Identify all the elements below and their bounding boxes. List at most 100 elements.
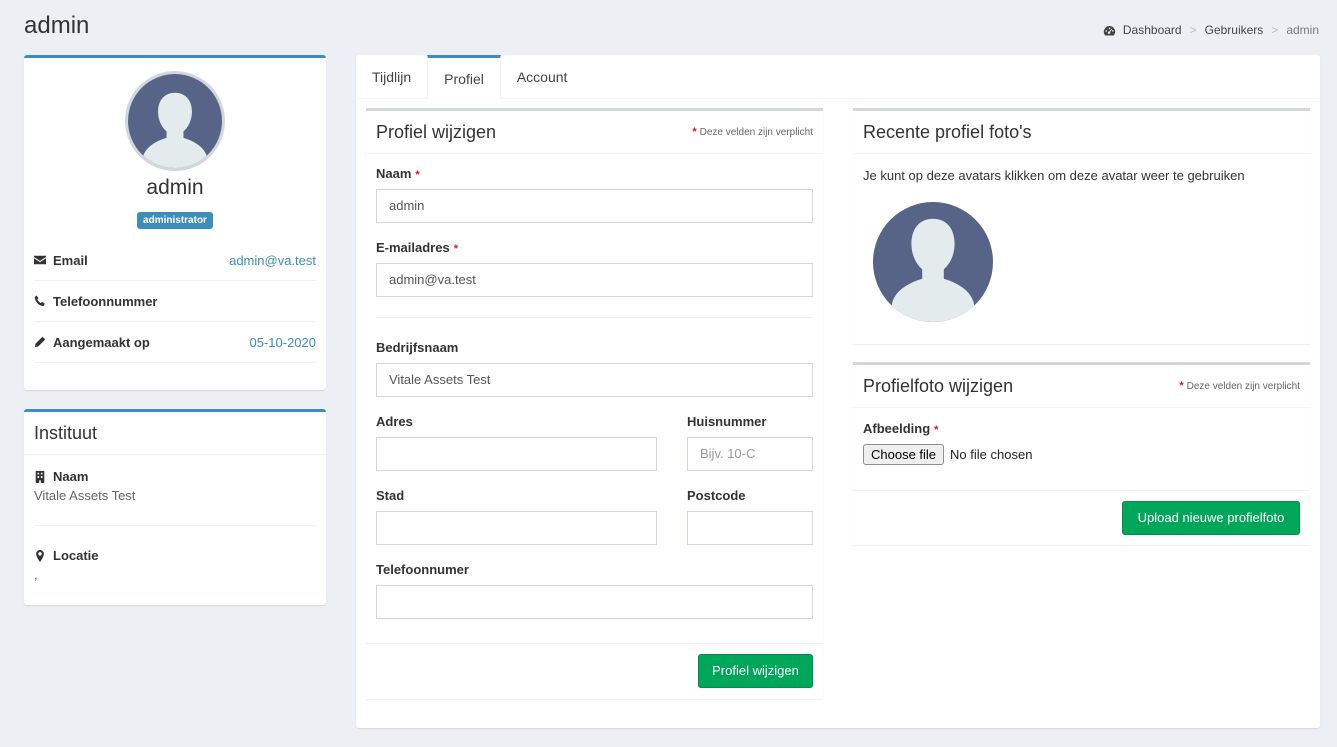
- choose-file-button[interactable]: Choose file: [863, 444, 945, 465]
- user-avatar-icon: [128, 74, 222, 168]
- address-group: Adres: [376, 414, 413, 429]
- institute-card: Instituut Naam Vitale Assets Test Locati…: [24, 409, 326, 605]
- info-item-created: Aangemaakt op 05-10-2020: [34, 322, 316, 363]
- upload-photo-button[interactable]: Upload nieuwe profielfoto: [1122, 501, 1300, 535]
- edit-profile-title: Profiel wijzigen: [376, 121, 497, 142]
- breadcrumb-separator: >: [1189, 23, 1197, 37]
- asterisk-icon: *: [1179, 380, 1184, 392]
- institute-name-label: Naam: [53, 469, 89, 484]
- email-group: E-mailadres *: [376, 240, 458, 255]
- breadcrumb-item-gebruikers[interactable]: Gebruikers: [1205, 23, 1264, 37]
- institute-title: Instituut: [34, 422, 98, 443]
- house-number-input[interactable]: Bijv. 10-C: [687, 437, 813, 471]
- company-input[interactable]: Vitale Assets Test: [376, 363, 813, 397]
- institute-header: Instituut: [24, 412, 326, 455]
- required-note: * Deze velden zijn verplicht: [692, 126, 813, 138]
- required-note-text: Deze velden zijn verplicht: [1186, 380, 1300, 392]
- required-note-text: Deze velden zijn verplicht: [699, 126, 813, 138]
- required-marker: *: [453, 243, 458, 255]
- institute-location-label: Locatie: [53, 548, 99, 563]
- created-label-wrap: Aangemaakt op: [34, 335, 150, 350]
- house-number-group: Huisnummer: [687, 414, 766, 429]
- info-item-phone: Telefoonnummer: [34, 281, 316, 322]
- edit-profile-box: Profiel wijzigen * Deze velden zijn verp…: [366, 108, 823, 699]
- institute-location-block: Locatie ,: [24, 526, 326, 582]
- recent-photos-box: Recente profiel foto's Je kunt op deze a…: [853, 108, 1310, 344]
- profile-card: admin administrator Email admin@va.test …: [24, 55, 326, 390]
- email-value[interactable]: admin@va.test: [229, 253, 316, 268]
- save-profile-button[interactable]: Profiel wijzigen: [698, 654, 813, 688]
- city-input[interactable]: [376, 511, 657, 545]
- breadcrumb-item-current: admin: [1286, 23, 1319, 37]
- image-label: Afbeelding *: [863, 421, 938, 436]
- email-label-wrap: Email: [34, 253, 88, 268]
- name-label: Naam *: [376, 166, 420, 181]
- phone-group: Telefoonnumer: [376, 562, 469, 577]
- breadcrumb-dashboard-label: Dashboard: [1122, 23, 1182, 37]
- phone-label-wrap: Telefoonnummer: [34, 294, 158, 309]
- created-value: 05-10-2020: [249, 334, 317, 350]
- tab-tijdlijn[interactable]: Tijdlijn: [356, 55, 427, 99]
- profile-name: admin: [146, 176, 204, 199]
- recent-photos-hint: Je kunt op deze avatars klikken om deze …: [863, 168, 1245, 183]
- required-marker: *: [934, 424, 939, 436]
- company-label: Bedrijfsnaam: [376, 340, 459, 355]
- name-input[interactable]: admin: [376, 189, 813, 223]
- edit-profile-header: Profiel wijzigen * Deze velden zijn verp…: [366, 111, 823, 154]
- postcode-input[interactable]: [687, 511, 813, 545]
- created-label: Aangemaakt op: [53, 334, 150, 350]
- user-avatar-icon: [873, 202, 993, 322]
- asterisk-icon: *: [692, 126, 697, 138]
- company-group: Bedrijfsnaam: [376, 340, 458, 355]
- file-input: Choose file No file chosen: [863, 444, 1032, 465]
- name-label-text: Naam: [376, 166, 412, 181]
- avatar: [125, 71, 225, 171]
- tab-profiel[interactable]: Profiel: [427, 55, 501, 100]
- email-field-label: E-mailadres *: [376, 240, 458, 255]
- house-number-label: Huisnummer: [687, 414, 767, 429]
- institute-location-label-wrap: Locatie: [34, 548, 316, 563]
- image-label-text: Afbeelding: [863, 421, 931, 436]
- city-label: Stad: [376, 488, 405, 503]
- address-label: Adres: [376, 414, 413, 429]
- breadcrumb: Dashboard > Gebruikers > admin: [1103, 23, 1319, 37]
- profile-info-list: Email admin@va.test Telefoonnummer Aange…: [34, 240, 316, 363]
- email-field-label-text: E-mailadres: [376, 240, 450, 255]
- postcode-label: Postcode: [687, 488, 746, 503]
- breadcrumb-item-dashboard[interactable]: Dashboard: [1103, 23, 1182, 37]
- change-photo-title: Profielfoto wijzigen: [863, 375, 1014, 396]
- city-group: Stad: [376, 488, 404, 503]
- address-input[interactable]: [376, 437, 657, 471]
- recent-photos-header: Recente profiel foto's: [853, 111, 1310, 154]
- phone-input[interactable]: [376, 585, 813, 619]
- info-item-email: Email admin@va.test: [34, 240, 316, 281]
- building-icon: [35, 470, 45, 483]
- phone-field-label: Telefoonnumer: [376, 562, 469, 577]
- envelope-icon: [34, 255, 46, 265]
- required-note: * Deze velden zijn verplicht: [1179, 380, 1300, 392]
- divider: [853, 490, 1310, 491]
- institute-name-label-wrap: Naam: [34, 469, 316, 484]
- recent-photos-title: Recente profiel foto's: [863, 121, 1032, 142]
- page-title: admin: [24, 12, 90, 39]
- breadcrumb-separator: >: [1271, 23, 1279, 37]
- divider: [366, 643, 823, 644]
- map-marker-icon: [36, 549, 44, 562]
- divider: [376, 317, 813, 318]
- profile-tabs: Tijdlijn Profiel Account: [356, 55, 1320, 100]
- required-marker: *: [415, 169, 420, 181]
- phone-label: Telefoonnummer: [53, 293, 158, 309]
- institute-name-block: Naam Vitale Assets Test: [24, 455, 326, 525]
- image-group: Afbeelding *: [863, 421, 938, 436]
- name-group: Naam *: [376, 166, 420, 181]
- institute-name-value: Vitale Assets Test: [34, 488, 136, 503]
- file-status: No file chosen: [950, 447, 1033, 462]
- tab-account[interactable]: Account: [501, 55, 584, 99]
- email-input[interactable]: admin@va.test: [376, 263, 813, 297]
- institute-location-value: ,: [34, 567, 38, 582]
- change-photo-header: Profielfoto wijzigen * Deze velden zijn …: [853, 365, 1310, 408]
- recent-avatar-option[interactable]: [873, 202, 993, 322]
- change-photo-box: Profielfoto wijzigen * Deze velden zijn …: [853, 362, 1310, 545]
- pencil-icon: [35, 336, 46, 347]
- role-badge: administrator: [137, 212, 213, 229]
